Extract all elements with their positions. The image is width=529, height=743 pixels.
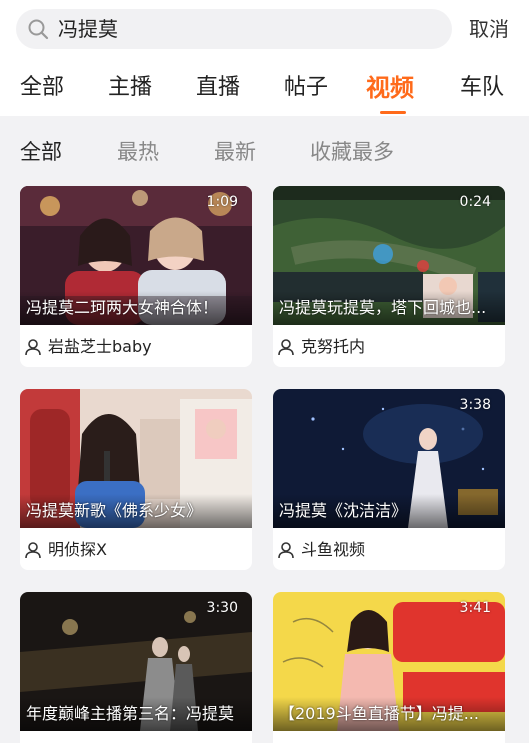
video-card[interactable]: 0:24 冯提莫玩提莫，塔下回城也... 克努托内 bbox=[273, 186, 505, 367]
video-duration: 0:24 bbox=[459, 194, 491, 210]
video-author: 斗鱼视频 bbox=[301, 540, 366, 559]
video-title: 年度巅峰主播第三名：冯提莫 bbox=[26, 704, 235, 723]
video-duration: 1:09 bbox=[206, 194, 238, 210]
video-title: 冯提莫二珂两大女神合体！ bbox=[26, 298, 219, 317]
tab-live[interactable]: 直播 bbox=[196, 68, 240, 108]
filter-new[interactable]: 最新 bbox=[214, 132, 256, 172]
video-title: 冯提莫《沈洁洁》 bbox=[279, 501, 408, 520]
search-query: 冯提莫 bbox=[58, 17, 118, 41]
user-icon bbox=[278, 339, 294, 356]
category-tabs: 全部 主播 直播 帖子 视频 车队 bbox=[0, 68, 529, 108]
filter-hot[interactable]: 最热 bbox=[117, 132, 159, 172]
tab-streamers[interactable]: 主播 bbox=[108, 68, 152, 108]
video-author: 明侦探X bbox=[48, 540, 107, 559]
filter-all[interactable]: 全部 bbox=[20, 132, 62, 172]
user-icon bbox=[25, 542, 41, 559]
author-row: 明侦探X bbox=[20, 531, 252, 569]
top-bar: 冯提莫 取消 全部 主播 直播 帖子 视频 车队 bbox=[0, 0, 529, 116]
author-row: 岩盐芝士baby bbox=[20, 328, 252, 366]
video-card[interactable]: 3:30 年度巅峰主播第三名：冯提莫 bbox=[20, 592, 252, 743]
tab-all[interactable]: 全部 bbox=[20, 68, 64, 108]
video-thumbnail: 冯提莫新歌《佛系少女》 bbox=[20, 389, 252, 528]
video-duration: 3:30 bbox=[206, 600, 238, 616]
sort-filters: 全部 最热 最新 收藏最多 bbox=[0, 132, 529, 172]
author-row: 斗鱼视频 bbox=[273, 531, 505, 569]
video-thumbnail: 0:24 冯提莫玩提莫，塔下回城也... bbox=[273, 186, 505, 325]
filter-most-favorited[interactable]: 收藏最多 bbox=[310, 132, 394, 172]
tab-videos[interactable]: 视频 bbox=[366, 68, 414, 108]
video-thumbnail: 3:41 【2019斗鱼直播节】冯提... bbox=[273, 592, 505, 731]
video-author: 克努托内 bbox=[301, 337, 366, 356]
cancel-button[interactable]: 取消 bbox=[469, 16, 509, 42]
video-card[interactable]: 3:41 【2019斗鱼直播节】冯提... bbox=[273, 592, 505, 743]
active-tab-indicator bbox=[380, 111, 406, 114]
tab-posts[interactable]: 帖子 bbox=[284, 68, 328, 108]
video-card[interactable]: 3:38 冯提莫《沈洁洁》 斗鱼视频 bbox=[273, 389, 505, 570]
video-card[interactable]: 1:09 冯提莫二珂两大女神合体！ 岩盐芝士baby bbox=[20, 186, 252, 367]
tab-teams[interactable]: 车队 bbox=[460, 68, 504, 108]
video-title: 冯提莫新歌《佛系少女》 bbox=[26, 501, 203, 520]
video-duration: 3:38 bbox=[459, 397, 491, 413]
video-title: 【2019斗鱼直播节】冯提... bbox=[279, 704, 479, 723]
video-author: 岩盐芝士baby bbox=[48, 337, 152, 356]
video-thumbnail: 3:30 年度巅峰主播第三名：冯提莫 bbox=[20, 592, 252, 731]
video-title: 冯提莫玩提莫，塔下回城也... bbox=[279, 298, 487, 317]
video-duration: 3:41 bbox=[459, 600, 491, 616]
video-thumbnail: 1:09 冯提莫二珂两大女神合体！ bbox=[20, 186, 252, 325]
video-thumbnail: 3:38 冯提莫《沈洁洁》 bbox=[273, 389, 505, 528]
user-icon bbox=[278, 542, 294, 559]
user-icon bbox=[25, 339, 41, 356]
author-row: 克努托内 bbox=[273, 328, 505, 366]
search-input[interactable]: 冯提莫 bbox=[16, 9, 452, 49]
video-card[interactable]: 冯提莫新歌《佛系少女》 明侦探X bbox=[20, 389, 252, 570]
search-icon bbox=[28, 19, 49, 40]
